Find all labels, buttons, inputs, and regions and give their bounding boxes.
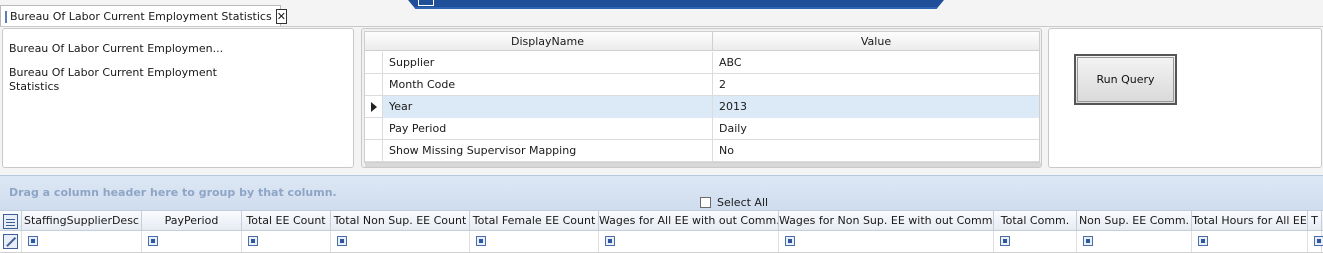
filter-icon[interactable] <box>605 236 615 246</box>
parameter-value[interactable]: 2 <box>713 74 1039 96</box>
row-indicator[interactable] <box>365 96 383 118</box>
select-all-control[interactable]: Select All <box>700 196 768 209</box>
grid-column-header[interactable]: StaffingSupplierDesc <box>22 211 142 231</box>
grid-icon <box>5 10 7 23</box>
filter-icon[interactable] <box>1000 236 1010 246</box>
grid-column-header[interactable]: Total Hours for All EE <box>1192 211 1308 231</box>
parameters-header: DisplayName Value <box>365 32 1039 51</box>
parameter-name: Supplier <box>383 52 713 74</box>
column-filter-cell[interactable] <box>331 231 470 252</box>
window-icon <box>418 0 434 6</box>
group-by-panel[interactable]: Drag a column header here to group by th… <box>0 175 1323 211</box>
parameters-grid: DisplayName Value Supplier ABC Month Code 2… <box>364 31 1041 167</box>
tab-title: Bureau Of Labor Current Employment Stati… <box>10 10 272 23</box>
column-filter-cell[interactable] <box>1077 231 1192 252</box>
report-list-panel: Bureau Of Labor Current Employmen... Bur… <box>2 28 354 168</box>
grid-column-header[interactable]: Total EE Count <box>242 211 331 231</box>
select-all-label: Select All <box>717 196 769 209</box>
report-description: Bureau Of Labor Current Employment Stati… <box>9 66 217 93</box>
parameter-row[interactable]: Year 2013 <box>365 96 1039 118</box>
filter-icon[interactable] <box>1198 236 1208 246</box>
filter-icon[interactable] <box>785 236 795 246</box>
tab-divider <box>0 26 1323 27</box>
grid-column-header[interactable]: Wages for Non Sup. EE with out Comm. <box>779 211 994 231</box>
grid-header-row: StaffingSupplierDesc PayPeriod Total EE Co… <box>0 210 1323 231</box>
grid-column-header[interactable]: PayPeriod <box>142 211 242 231</box>
parameter-value[interactable]: ABC <box>713 52 1039 74</box>
filter-icon[interactable] <box>28 236 38 246</box>
parameter-name: Year <box>383 96 713 118</box>
column-filter-cell[interactable] <box>242 231 331 252</box>
row-indicator[interactable] <box>365 52 383 74</box>
grid-filter-row <box>0 231 1323 253</box>
parameter-value[interactable]: 2013 <box>713 96 1039 118</box>
column-filter-cell[interactable] <box>994 231 1077 252</box>
column-header-value[interactable]: Value <box>713 32 1039 51</box>
group-by-hint: Drag a column header here to group by th… <box>9 186 337 199</box>
parameters-scroll-area <box>365 163 1041 167</box>
row-indicator[interactable] <box>365 140 383 162</box>
grid-column-header[interactable]: Total Non Sup. EE Count <box>331 211 470 231</box>
grid-column-header[interactable]: T <box>1308 211 1322 231</box>
filter-icon[interactable] <box>1314 236 1323 246</box>
clear-filter-icon <box>3 234 18 249</box>
grid-column-header[interactable]: Non Sup. EE Comm. <box>1077 211 1192 231</box>
parameter-row[interactable]: Month Code 2 <box>365 74 1039 96</box>
filter-icon[interactable] <box>248 236 258 246</box>
grid-column-header[interactable]: Total Female EE Count <box>470 211 599 231</box>
select-all-checkbox[interactable] <box>700 197 711 208</box>
parameter-name: Pay Period <box>383 118 713 140</box>
column-chooser-button[interactable] <box>0 211 22 231</box>
run-query-button[interactable]: Run Query <box>1074 54 1177 105</box>
parameter-row[interactable]: Show Missing Supervisor Mapping No <box>365 140 1039 162</box>
row-indicator[interactable] <box>365 74 383 96</box>
column-filter-cell[interactable] <box>470 231 599 252</box>
grid-column-header[interactable]: Total Comm. <box>994 211 1077 231</box>
column-filter-cell[interactable] <box>599 231 779 252</box>
column-filter-cell[interactable] <box>142 231 242 252</box>
column-chooser-icon <box>3 214 18 229</box>
window-title-bar <box>408 0 944 9</box>
parameter-name: Show Missing Supervisor Mapping <box>383 140 713 162</box>
filter-icon[interactable] <box>148 236 158 246</box>
column-filter-cell[interactable] <box>22 231 142 252</box>
close-icon[interactable]: ✕ <box>275 9 287 24</box>
parameter-row[interactable]: Supplier ABC <box>365 52 1039 74</box>
actions-panel: Run Query <box>1048 28 1322 168</box>
grid-column-header[interactable]: Wages for All EE with out Comm. <box>599 211 779 231</box>
report-list-item-truncated[interactable]: Bureau Of Labor Current Employmen... <box>9 42 223 55</box>
parameters-panel: DisplayName Value Supplier ABC Month Code 2… <box>361 28 1042 168</box>
document-tab[interactable]: Bureau Of Labor Current Employment Stati… <box>0 5 287 27</box>
row-indicator[interactable] <box>365 118 383 140</box>
filter-icon[interactable] <box>476 236 486 246</box>
column-filter-cell[interactable] <box>1192 231 1308 252</box>
clear-filter-button[interactable] <box>0 231 22 252</box>
parameter-row[interactable]: Pay Period Daily <box>365 118 1039 140</box>
parameter-name: Month Code <box>383 74 713 96</box>
column-filter-cell[interactable] <box>1308 231 1323 252</box>
column-header-displayname[interactable]: DisplayName <box>383 32 713 51</box>
parameter-value[interactable]: No <box>713 140 1039 162</box>
parameter-value[interactable]: Daily <box>713 118 1039 140</box>
filter-icon[interactable] <box>1083 236 1093 246</box>
column-filter-cell[interactable] <box>779 231 994 252</box>
filter-icon[interactable] <box>337 236 347 246</box>
current-row-arrow-icon <box>371 102 377 112</box>
